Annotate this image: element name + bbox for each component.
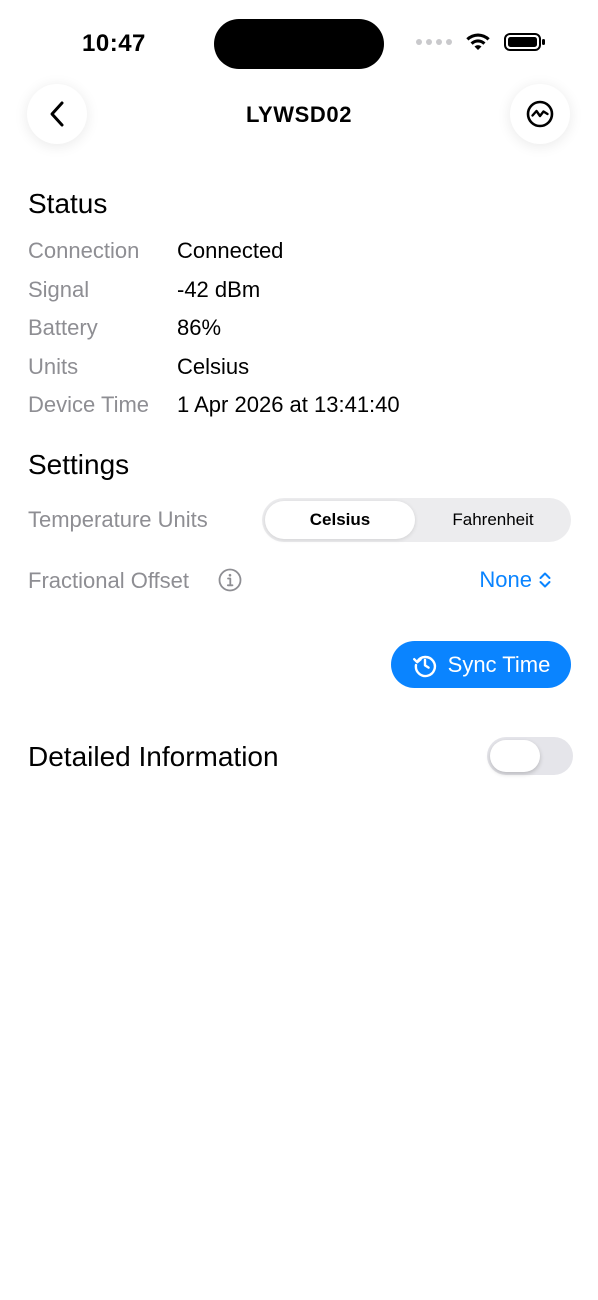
status-section-title: Status: [28, 188, 108, 219]
status-label: Device Time: [28, 392, 150, 417]
segment-fahrenheit[interactable]: Fahrenheit: [418, 501, 568, 539]
segment-celsius[interactable]: Celsius: [265, 501, 415, 539]
dynamic-island: [214, 19, 384, 69]
chevron-up-down-icon: [539, 572, 551, 588]
status-value: Connected: [177, 238, 284, 263]
status-label: Connection: [28, 238, 140, 263]
status-row-device-time: Device Time 1 Apr 2026 at 13:41:40: [28, 392, 588, 422]
status-value: 1 Apr 2026 at 13:41:40: [177, 392, 400, 417]
battery-icon: [504, 33, 545, 51]
activity-button[interactable]: [510, 84, 570, 144]
status-icons: [416, 32, 546, 52]
page-title: LYWSD02: [245, 102, 353, 127]
settings-section-title: Settings: [28, 449, 130, 480]
status-value: Celsius: [177, 354, 250, 379]
status-time: 10:47: [82, 30, 146, 57]
sync-time-button[interactable]: Sync Time: [391, 641, 571, 688]
cellular-dots-icon: [416, 39, 452, 45]
fractional-offset-label: Fractional Offset: [28, 568, 189, 593]
status-label: Battery: [28, 315, 98, 340]
detailed-information-label: Detailed Information: [28, 741, 279, 772]
activity-icon: [526, 100, 554, 128]
status-row-connection: Connection Connected: [28, 238, 588, 268]
device-screen: 10:47 LYWSD02 Status Connection Connecte…: [0, 0, 598, 1300]
status-row-units: Units Celsius: [28, 354, 588, 384]
status-value: -42 dBm: [177, 277, 261, 302]
temperature-units-label: Temperature Units: [28, 507, 208, 532]
temperature-units-segmented-control: Celsius Fahrenheit: [262, 498, 571, 542]
info-icon[interactable]: [218, 568, 242, 592]
status-value: 86%: [177, 315, 222, 340]
status-label: Signal: [28, 277, 90, 302]
status-row-battery: Battery 86%: [28, 315, 588, 345]
detailed-information-toggle[interactable]: [487, 737, 573, 775]
nav-bar: LYWSD02: [0, 80, 598, 150]
clock-history-icon: [412, 655, 436, 677]
sync-time-label: Sync Time: [447, 651, 551, 677]
status-bar: 10:47: [0, 0, 598, 80]
status-row-signal: Signal -42 dBm: [28, 277, 588, 307]
wifi-icon: [466, 33, 490, 50]
fractional-offset-picker[interactable]: None: [479, 567, 552, 593]
fractional-offset-value: None: [479, 567, 532, 592]
toggle-knob: [490, 740, 540, 772]
status-label: Units: [28, 354, 79, 379]
